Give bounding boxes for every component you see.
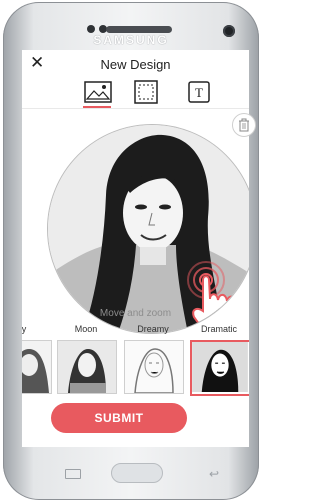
portrait-photo — [48, 125, 249, 333]
filter-preview — [58, 341, 116, 393]
delete-button[interactable] — [232, 113, 256, 137]
photo-editor-canvas[interactable] — [47, 124, 249, 334]
filter-thumb-dreamy[interactable] — [124, 340, 184, 394]
frame-icon — [134, 80, 158, 104]
brand-label: SAMSUNG — [93, 33, 169, 47]
tab-frame[interactable] — [131, 80, 161, 104]
filter-thumb[interactable] — [22, 340, 52, 394]
filter-label-dreamy: Dreamy — [137, 324, 169, 334]
earpiece-speaker — [106, 26, 172, 33]
filter-thumb-moon[interactable] — [57, 340, 117, 394]
page-title: New Design — [100, 57, 171, 72]
recent-apps-icon[interactable] — [65, 469, 81, 479]
tab-photo[interactable] — [83, 80, 113, 104]
filter-label: y — [22, 324, 27, 334]
trash-icon — [239, 118, 249, 132]
submit-button[interactable]: SUBMIT — [51, 403, 187, 433]
phone-top-bezel — [21, 8, 247, 56]
sensor-dot — [87, 25, 95, 33]
top-bar: ✕ New Design — [22, 50, 249, 78]
text-icon: T — [188, 81, 210, 103]
filter-label-moon: Moon — [74, 324, 98, 334]
home-button[interactable] — [111, 463, 163, 483]
back-icon[interactable]: ↩ — [209, 467, 219, 481]
filter-strip: y Moon Dreamy Dramatic — [22, 324, 249, 414]
filter-preview — [22, 341, 51, 393]
filter-label-dramatic: Dramatic — [200, 324, 237, 334]
phone-frame: SAMSUNG ✕ New Design T Move and zoom y M… — [3, 2, 259, 500]
filter-preview — [192, 342, 248, 392]
image-icon — [84, 81, 112, 103]
divider — [22, 108, 249, 109]
filter-preview — [125, 341, 183, 393]
text-tab-label: T — [195, 85, 203, 100]
tab-text[interactable]: T — [184, 80, 214, 104]
move-zoom-hint: Move and zoom — [99, 308, 172, 319]
app-screen: ✕ New Design T Move and zoom y Moon Drea… — [22, 50, 249, 447]
filter-thumb-dramatic[interactable] — [190, 340, 249, 396]
